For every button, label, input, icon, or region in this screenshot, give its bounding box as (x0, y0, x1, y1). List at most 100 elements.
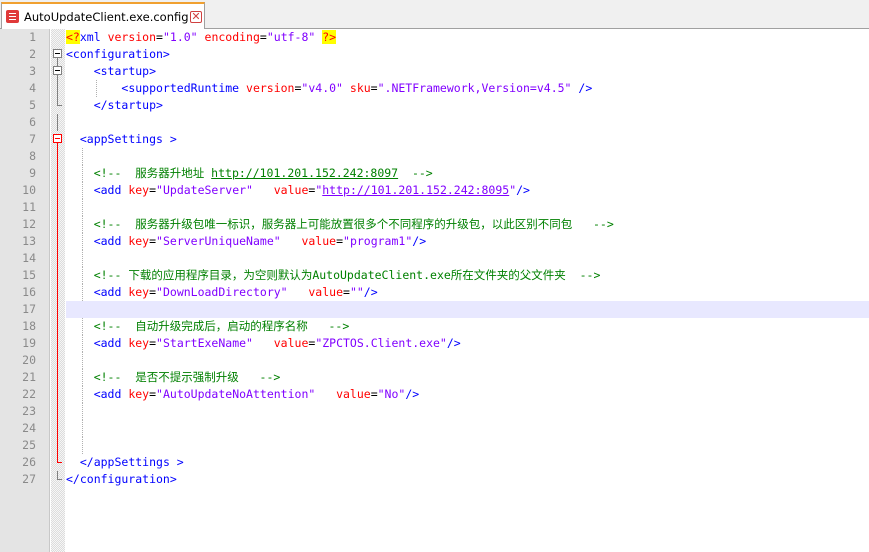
indent-guide (82, 369, 83, 386)
code-line[interactable]: 18 <!-- 自动升级完成后，启动的程序名称 --> (0, 318, 869, 335)
code-text[interactable] (66, 148, 869, 165)
token-cmt: <!-- 服务器升地址 (93, 166, 212, 180)
code-line[interactable]: 11 (0, 199, 869, 216)
code-line[interactable]: 4 <supportedRuntime version="v4.0" sku="… (0, 80, 869, 97)
code-text[interactable]: <add key="AutoUpdateNoAttention" value="… (66, 386, 869, 403)
code-line[interactable]: 15 <!-- 下载的应用程序目录，为空则默认为AutoUpdateClient… (0, 267, 869, 284)
code-line[interactable]: 25 (0, 437, 869, 454)
code-line[interactable]: 13 <add key="ServerUniqueName" value="pr… (0, 233, 869, 250)
line-number: 10 (22, 183, 36, 197)
code-text[interactable]: <add key="StartExeName" value="ZPCTOS.Cl… (66, 335, 869, 352)
fold-line (51, 148, 65, 165)
line-number: 21 (22, 370, 36, 384)
token-plain: = (370, 81, 378, 95)
code-text[interactable]: <!-- 是否不提示强制升级 --> (66, 369, 869, 386)
code-text[interactable] (66, 352, 869, 369)
code-line[interactable]: 27 </configuration> (0, 471, 869, 488)
code-text[interactable]: <startup> (66, 63, 869, 80)
code-line[interactable]: 7 <appSettings > (0, 131, 869, 148)
token-val: "UpdateServer" (156, 183, 274, 197)
code-lines: 1 <?xml version="1.0" encoding="utf-8" ?>… (0, 29, 869, 488)
code-text[interactable] (66, 114, 869, 131)
line-number: 19 (22, 336, 36, 350)
code-line[interactable]: 6 (0, 114, 869, 131)
tab-label: AutoUpdateClient.exe.config (24, 9, 189, 24)
code-text[interactable]: <!-- 服务器升级包唯一标识，服务器上可能放置很多个不同程序的升级包，以此区别… (66, 216, 869, 233)
code-text[interactable]: <!-- 下载的应用程序目录，为空则默认为AutoUpdateClient.ex… (66, 267, 869, 284)
code-line[interactable]: 23 (0, 403, 869, 420)
token-val: "utf-8" (266, 30, 323, 44)
code-line[interactable]: 26 </appSettings > (0, 454, 869, 471)
fold-toggle-icon[interactable] (51, 63, 65, 80)
code-line[interactable]: 16 <add key="DownLoadDirectory" value=""… (0, 284, 869, 301)
code-text[interactable] (66, 437, 869, 454)
code-line[interactable]: 24 (0, 420, 869, 437)
code-text[interactable]: <add key="DownLoadDirectory" value=""/> (66, 284, 869, 301)
code-line[interactable]: 1 <?xml version="1.0" encoding="utf-8" ?> (0, 29, 869, 46)
code-text[interactable]: <!-- 自动升级完成后，启动的程序名称 --> (66, 318, 869, 335)
code-line[interactable]: 10 <add key="UpdateServer" value="http:/… (0, 182, 869, 199)
code-text[interactable]: <?xml version="1.0" encoding="utf-8" ?> (66, 29, 869, 46)
code-line[interactable]: 9 <!-- 服务器升地址 http://101.201.152.242:809… (0, 165, 869, 182)
line-number: 9 (29, 166, 36, 180)
indent-guide (82, 386, 83, 403)
code-text[interactable]: <supportedRuntime version="v4.0" sku=".N… (66, 80, 869, 97)
code-text[interactable]: <configuration> (66, 46, 869, 63)
close-icon[interactable]: ✕ (190, 10, 202, 23)
fold-toggle-icon[interactable] (51, 46, 65, 63)
tab-autoupdateclient-config[interactable]: AutoUpdateClient.exe.config ✕ (1, 2, 205, 29)
code-text[interactable]: </startup> (66, 97, 869, 114)
code-text[interactable] (66, 199, 869, 216)
fold-toggle-icon[interactable] (51, 131, 65, 148)
token-cmt: <!-- 下载的应用程序目录，为空则默认为AutoUpdateClient.ex… (93, 268, 601, 282)
line-number: 16 (22, 285, 36, 299)
token-cmt: --> (398, 166, 433, 180)
code-line[interactable]: 5 </startup> (0, 97, 869, 114)
line-number: 15 (22, 268, 36, 282)
line-number: 8 (29, 149, 36, 163)
line-number: 18 (22, 319, 36, 333)
code-line[interactable]: 22 <add key="AutoUpdateNoAttention" valu… (0, 386, 869, 403)
code-line[interactable]: 14 (0, 250, 869, 267)
code-line[interactable]: 19 <add key="StartExeName" value="ZPCTOS… (0, 335, 869, 352)
code-text[interactable] (66, 301, 869, 318)
line-number: 11 (22, 200, 36, 214)
code-line[interactable]: 3 <startup> (0, 63, 869, 80)
code-text[interactable]: </configuration> (66, 471, 869, 488)
token-attr: sku (349, 81, 371, 95)
token-tag: <add (93, 183, 129, 197)
code-text[interactable]: <add key="UpdateServer" value="http://10… (66, 182, 869, 199)
token-plain: = (343, 285, 350, 299)
code-line[interactable]: 20 (0, 352, 869, 369)
token-url: http://101.201.152.242:8095 (322, 183, 510, 197)
code-text[interactable] (66, 420, 869, 437)
code-line[interactable]: 2 <configuration> (0, 46, 869, 63)
code-line[interactable]: 12 <!-- 服务器升级包唯一标识，服务器上可能放置很多个不同程序的升级包，以… (0, 216, 869, 233)
token-tag: /> (412, 234, 427, 248)
code-text[interactable]: <!-- 服务器升地址 http://101.201.152.242:8097 … (66, 165, 869, 182)
token-plain: = (336, 234, 344, 248)
fold-line (51, 403, 65, 420)
token-val: "" (349, 285, 364, 299)
code-line[interactable]: 21 <!-- 是否不提示强制升级 --> (0, 369, 869, 386)
code-text[interactable]: <appSettings > (66, 131, 869, 148)
token-val: "1.0" (162, 30, 205, 44)
line-number: 24 (22, 421, 36, 435)
code-text[interactable]: <add key="ServerUniqueName" value="progr… (66, 233, 869, 250)
indent-guide (82, 352, 83, 369)
code-text[interactable] (66, 403, 869, 420)
code-line[interactable]: 17 (0, 301, 869, 318)
token-tag: <add (93, 336, 129, 350)
code-text[interactable] (66, 250, 869, 267)
code-editor[interactable]: 1 <?xml version="1.0" encoding="utf-8" ?>… (0, 29, 869, 552)
code-line[interactable]: 8 (0, 148, 869, 165)
code-text[interactable]: </appSettings > (66, 454, 869, 471)
token-tag: <add (93, 387, 129, 401)
fold-line (51, 199, 65, 216)
